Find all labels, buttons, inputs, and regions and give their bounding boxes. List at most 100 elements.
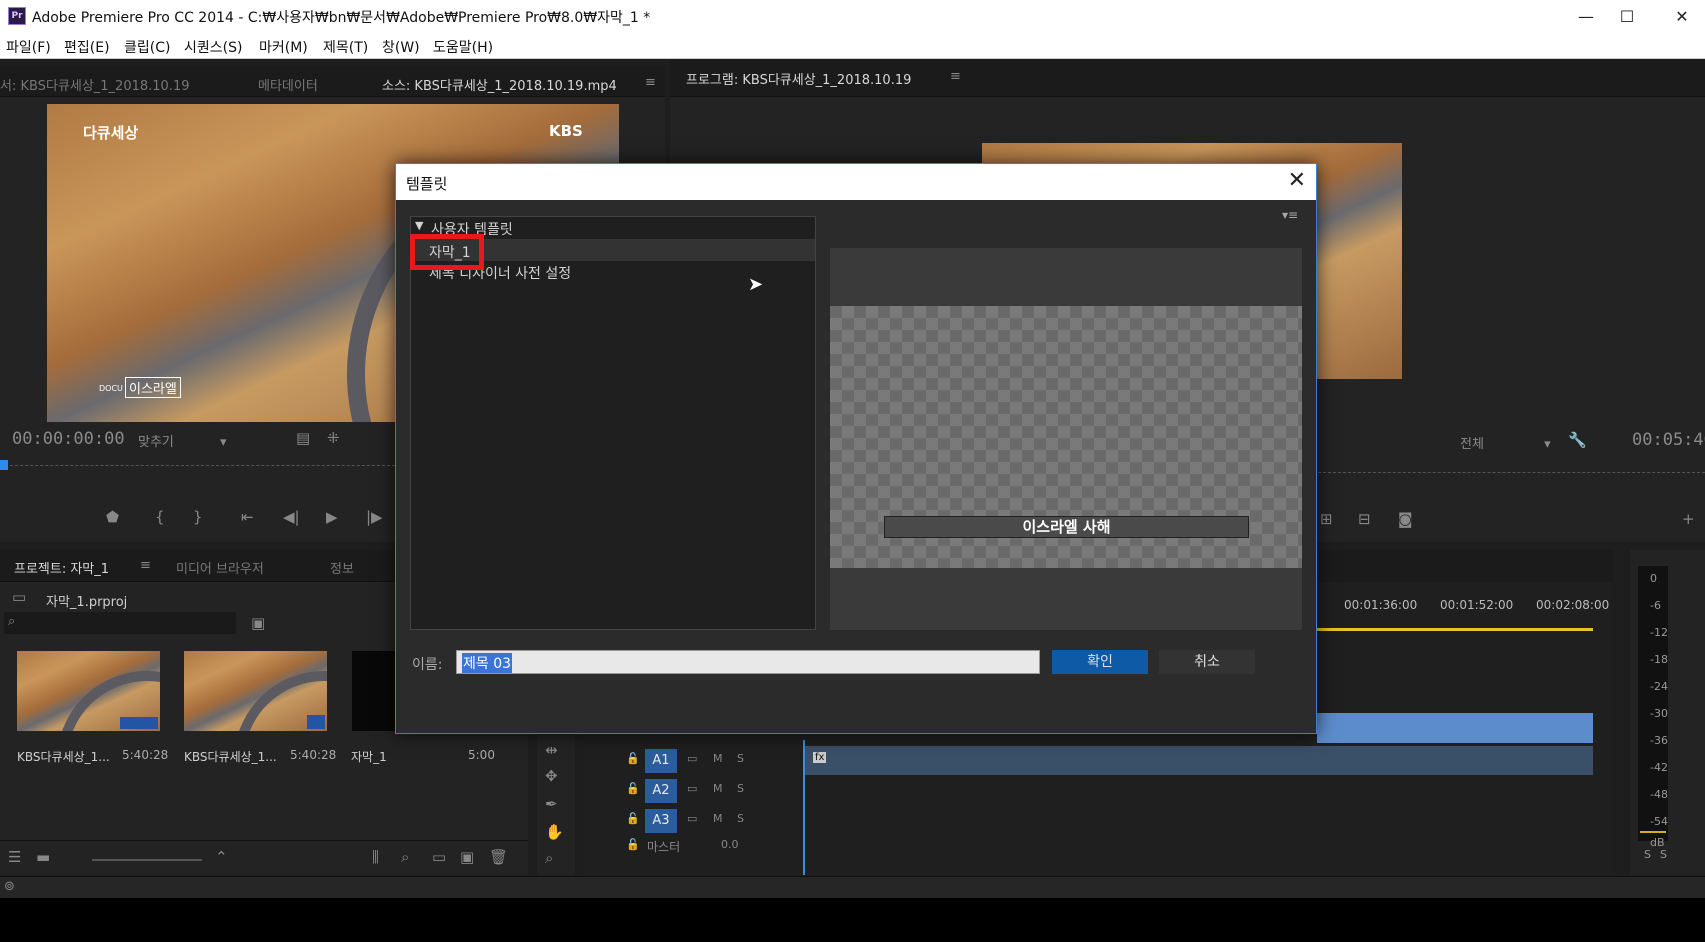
zoom-tool-icon[interactable]: ⌕ (545, 849, 553, 867)
extract-icon[interactable]: ⊟ (1358, 510, 1371, 528)
tab-media-browser[interactable]: 미디어 브라우저 (176, 558, 264, 577)
track-label-a1[interactable]: A1 (645, 749, 677, 773)
video-caption-overlay: 이스라엘 (125, 377, 181, 398)
tab-info[interactable]: 정보 (330, 558, 354, 577)
lock-icon[interactable]: 🔓 (626, 812, 640, 825)
panel-menu-icon[interactable]: ≡ (140, 558, 151, 573)
meter-solo-right[interactable]: S (1660, 848, 1667, 861)
mute-button[interactable]: M (713, 782, 723, 795)
selection-highlight-box (410, 234, 484, 270)
track-header-a2: 🔓 A2 ▭ M S (583, 776, 808, 804)
project-item-name[interactable]: KBS다큐세상_1... (17, 748, 110, 765)
panel-menu-icon[interactable]: ≡ (950, 69, 961, 84)
source-fit-select[interactable]: 맞추기 ▾ (138, 431, 227, 450)
mute-button[interactable]: M (713, 752, 723, 765)
mic-icon[interactable]: ▭ (687, 782, 697, 795)
wrench-icon[interactable]: 🔧 (1568, 431, 1587, 449)
tab-metadata[interactable]: 메타데이터 (258, 75, 318, 94)
lift-icon[interactable]: ⊞ (1320, 510, 1333, 528)
track-label-a2[interactable]: A2 (645, 779, 677, 803)
mic-icon[interactable]: ▭ (687, 752, 697, 765)
lock-icon[interactable]: 🔓 (626, 752, 640, 765)
project-item-name[interactable]: 자막_1 (351, 748, 387, 765)
program-fit-label: 전체 (1460, 437, 1484, 452)
program-timecode[interactable]: 00:05:40:28 (1632, 430, 1705, 450)
mark-out-icon[interactable]: } (193, 508, 203, 526)
meter-label: -48 (1650, 788, 1668, 801)
icon-view-icon[interactable]: ▬ (36, 848, 50, 866)
step-forward-icon[interactable]: |▶ (366, 508, 383, 526)
fx-badge[interactable]: fx (813, 752, 827, 763)
solo-button[interactable]: S (737, 782, 744, 795)
playhead-marker[interactable] (0, 460, 8, 470)
solo-button[interactable]: S (737, 812, 744, 825)
menu-title[interactable]: 제목(T) (323, 37, 368, 57)
project-thumb-2[interactable] (184, 651, 327, 731)
panel-menu-icon[interactable]: ≡ (645, 75, 656, 90)
new-bin-icon[interactable]: ▣ (251, 614, 265, 632)
program-fit-select[interactable]: 전체 ▾ (1460, 433, 1551, 452)
lock-icon[interactable]: 🔓 (626, 782, 640, 795)
slip-tool-icon[interactable]: ⇹ (545, 741, 558, 759)
program-time-ruler[interactable] (1318, 472, 1705, 473)
ruler-label: 00:01:36:00 (1344, 598, 1418, 612)
ok-button[interactable]: 확인 (1052, 650, 1148, 674)
master-volume-value[interactable]: 0.0 (721, 838, 739, 851)
maximize-button[interactable]: ☐ (1604, 4, 1650, 30)
project-item-name[interactable]: KBS다큐세상_1... (184, 748, 277, 765)
track-label-a3[interactable]: A3 (645, 809, 677, 833)
sort-icon[interactable]: ⌃ (215, 848, 228, 866)
project-thumb-1[interactable] (17, 651, 160, 731)
work-area-bar[interactable] (1317, 628, 1593, 631)
trash-icon[interactable]: 🗑 (489, 848, 508, 866)
source-timecode[interactable]: 00:00:00:00 (12, 429, 125, 449)
menu-help[interactable]: 도움말(H) (433, 37, 493, 57)
source-fit-label: 맞추기 (138, 435, 174, 450)
audio-clip-a1[interactable]: fx (805, 746, 1593, 775)
automate-icon[interactable]: ⫼ (372, 848, 379, 866)
menu-edit[interactable]: 편집(E) (64, 37, 110, 57)
tab-source[interactable]: 소스: KBS다큐세상_1_2018.10.19.mp4 (382, 75, 617, 94)
zoom-slider[interactable] (92, 859, 202, 861)
close-window-button[interactable]: ✕ (1659, 4, 1705, 30)
camera-icon[interactable]: ◙ (1398, 510, 1413, 528)
pen-tool-icon[interactable]: ✒ (545, 795, 558, 813)
export-frame-icon[interactable]: ▤ (296, 429, 310, 447)
new-bin-icon[interactable]: ▭ (432, 848, 446, 866)
hand-tool-icon[interactable]: ✋ (545, 823, 564, 841)
dialog-close-button[interactable]: ✕ (1288, 168, 1306, 193)
add-button-icon[interactable]: + (1682, 510, 1695, 528)
dialog-menu-icon[interactable]: ▾≡ (1282, 208, 1298, 222)
menu-sequence[interactable]: 시퀀스(S) (184, 37, 242, 57)
go-to-in-icon[interactable]: ⇤ (241, 508, 254, 526)
meter-solo-left[interactable]: S (1644, 848, 1651, 861)
tab-project[interactable]: 프로젝트: 자막_1 (14, 558, 109, 577)
templates-dialog: 템플릿 ✕ ▼ 사용자 템플릿 자막_1 제목 디자이너 사전 설정 ▾≡ 이스… (395, 163, 1317, 734)
menu-marker[interactable]: 마커(M) (259, 37, 308, 57)
menu-clip[interactable]: 클립(C) (124, 37, 170, 57)
expand-triangle-icon[interactable]: ▼ (415, 219, 423, 232)
name-input[interactable]: 제목 03 (456, 650, 1040, 674)
cancel-button[interactable]: 취소 (1159, 650, 1255, 674)
list-view-icon[interactable]: ☰ (8, 848, 21, 866)
find-icon[interactable]: ⌕ (401, 848, 409, 866)
lock-icon[interactable]: 🔓 (626, 838, 640, 851)
mute-button[interactable]: M (713, 812, 723, 825)
audio-waveform-icon[interactable]: ⁜ (327, 429, 340, 447)
mark-in-icon[interactable]: { (155, 508, 165, 526)
solo-button[interactable]: S (737, 752, 744, 765)
mic-icon[interactable]: ▭ (687, 812, 697, 825)
tab-program[interactable]: 프로그램: KBS다큐세상_1_2018.10.19 (686, 69, 911, 88)
source-time-ruler[interactable] (0, 465, 395, 466)
menu-file[interactable]: 파일(F) (6, 37, 51, 57)
video-clip-bar[interactable] (1317, 713, 1593, 743)
new-item-icon[interactable]: ▣ (460, 848, 474, 866)
menu-window[interactable]: 창(W) (382, 37, 420, 57)
slide-tool-icon[interactable]: ✥ (545, 767, 558, 785)
project-search-input[interactable]: ⌕ (4, 612, 236, 634)
step-back-icon[interactable]: ◀| (283, 508, 300, 526)
minimize-button[interactable]: — (1563, 4, 1609, 30)
tab-source-prev[interactable]: 서: KBS다큐세상_1_2018.10.19 (0, 75, 189, 94)
add-marker-icon[interactable]: ⬟ (106, 508, 119, 526)
play-icon[interactable]: ▶ (326, 508, 338, 526)
